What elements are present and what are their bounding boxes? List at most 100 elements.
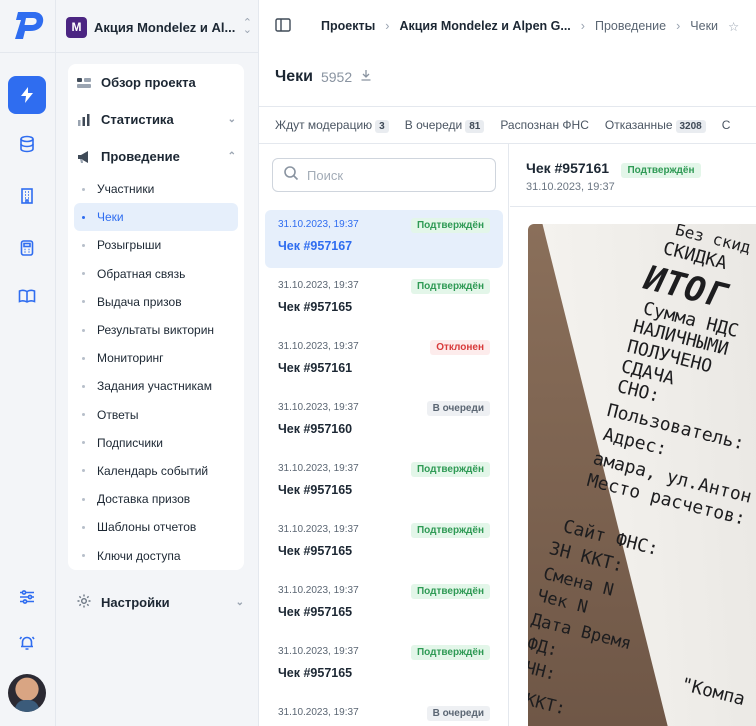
submenu-item-tasks[interactable]: Задания участникам: [68, 372, 244, 400]
icon-rail: [0, 0, 56, 726]
submenu-label: Чеки: [97, 210, 124, 225]
list-item[interactable]: 31.10.2023, 19:37 Чек #957165 Подтверждё…: [265, 576, 503, 634]
bullet: [82, 243, 85, 247]
calculator-icon[interactable]: [8, 229, 46, 267]
bullet: [82, 413, 85, 417]
building-icon[interactable]: [8, 177, 46, 215]
list-item[interactable]: 31.10.2023, 19:37 Чек #957161 Отклонен: [265, 332, 503, 390]
list-item[interactable]: 31.10.2023, 19:37 Чек #957165 Подтверждё…: [265, 637, 503, 695]
detail-title: Чек #957161: [526, 160, 610, 176]
tab-more[interactable]: С: [722, 118, 731, 132]
tab-label: В очереди: [404, 117, 463, 132]
bullet: [82, 356, 85, 360]
list-item[interactable]: 31.10.2023, 19:37 Чек #957167 Подтверждё…: [265, 210, 503, 268]
submenu-item-report-templates[interactable]: Шаблоны отчетов: [68, 513, 244, 541]
breadcrumb-receipts[interactable]: Чеки: [690, 19, 718, 33]
tab-label: Ждут модерацию: [275, 117, 373, 132]
sidebar-toggle-icon[interactable]: [275, 17, 291, 35]
divider: [510, 206, 756, 207]
tab-rejected[interactable]: Отказанные 3208: [605, 118, 706, 133]
receipt-name: Чек #957165: [278, 544, 353, 558]
dashboard-icon: [76, 75, 92, 91]
receipt-detail: Чек #957161 Подтверждён 31.10.2023, 19:3…: [510, 144, 756, 726]
breadcrumb-conduct[interactable]: Проведение: [595, 19, 666, 33]
list-item[interactable]: 31.10.2023, 19:37 В очереди: [265, 698, 503, 726]
menu-item-stats[interactable]: Статистика ⌄: [68, 101, 244, 138]
receipt-photo[interactable]: Без скид СКИДКА ИТОГ Сумма НДС НАЛИЧНЫМИ…: [528, 224, 756, 726]
submenu-label: Задания участникам: [97, 379, 212, 394]
star-icon[interactable]: ☆: [728, 19, 739, 34]
submenu-label: Выдача призов: [97, 294, 182, 309]
list-item[interactable]: 31.10.2023, 19:37 Чек #957165 Подтверждё…: [265, 271, 503, 329]
menu-item-label: Настройки: [101, 594, 170, 610]
submenu-item-quiz-results[interactable]: Результаты викторин: [68, 316, 244, 344]
bolt-icon[interactable]: [8, 76, 46, 114]
bullet: [82, 384, 85, 388]
avatar[interactable]: [8, 674, 46, 712]
list-item[interactable]: 31.10.2023, 19:37 Чек #957165 Подтверждё…: [265, 454, 503, 512]
receipt-name: Чек #957165: [278, 605, 353, 619]
menu-item-settings[interactable]: Настройки ⌄: [76, 588, 244, 616]
submenu-label: Участники: [97, 182, 155, 197]
breadcrumb-projects[interactable]: Проекты: [321, 19, 375, 33]
submenu-label: Доставка призов: [97, 492, 191, 507]
bell-icon[interactable]: [8, 624, 46, 662]
status-badge: Подтверждён: [410, 462, 490, 477]
submenu-item-access-keys[interactable]: Ключи доступа: [68, 541, 244, 569]
menu-item-overview[interactable]: Обзор проекта: [68, 64, 244, 101]
submenu-item-delivery[interactable]: Доставка призов: [68, 485, 244, 513]
list-item[interactable]: 31.10.2023, 19:37 Чек #957165 Подтверждё…: [265, 515, 503, 573]
receipt-name: Чек #957167: [278, 239, 353, 253]
download-icon[interactable]: [360, 68, 372, 86]
submenu-item-participants[interactable]: Участники: [68, 175, 244, 203]
search-box: [272, 158, 496, 192]
menu-item-conduct[interactable]: Проведение ⌃: [68, 138, 244, 175]
status-badge: Отклонен: [430, 340, 490, 355]
submenu-label: Мониторинг: [97, 351, 164, 366]
submenu-item-subscribers[interactable]: Подписчики: [68, 429, 244, 457]
submenu-item-feedback[interactable]: Обратная связь: [68, 260, 244, 288]
bar-chart-icon: [76, 112, 92, 128]
breadcrumb: Проекты › Акция Mondelez и Alpen G... › …: [259, 0, 756, 52]
receipt-count: 5952: [320, 69, 353, 85]
chevron-down-icon: ⌄: [227, 114, 236, 125]
bullet: [82, 441, 85, 445]
submenu-item-monitoring[interactable]: Мониторинг: [68, 344, 244, 372]
tab-moderation[interactable]: Ждут модерацию 3: [275, 118, 389, 133]
search-input[interactable]: [307, 167, 477, 183]
tab-fns[interactable]: Распознан ФНС: [500, 118, 589, 132]
submenu-label: Подписчики: [97, 435, 164, 450]
project-switcher[interactable]: M Акция Mondelez и Al... ⌃ ⌄: [66, 12, 252, 42]
submenu-label: Ответы: [97, 407, 139, 422]
database-icon[interactable]: [8, 125, 46, 163]
bullet: [82, 525, 85, 529]
chevron-right-icon: ›: [580, 19, 585, 33]
submenu-item-draws[interactable]: Розыгрыши: [68, 231, 244, 259]
submenu-item-receipts[interactable]: Чеки: [74, 203, 238, 232]
receipt-name: Чек #957161: [278, 361, 353, 375]
submenu-item-calendar[interactable]: Календарь событий: [68, 457, 244, 485]
status-badge: Подтверждён: [410, 218, 490, 233]
logo-p-icon[interactable]: [12, 8, 46, 42]
submenu-item-answers[interactable]: Ответы: [68, 401, 244, 429]
project-menu: Обзор проекта Статистика ⌄ Проведение ⌃ …: [68, 64, 244, 570]
bullet: [82, 300, 85, 304]
list-item[interactable]: 31.10.2023, 19:37 Чек #957160 В очереди: [265, 393, 503, 451]
tab-queue[interactable]: В очереди 81: [405, 118, 485, 133]
status-badge: Подтверждён: [410, 584, 490, 599]
receipt-list: 31.10.2023, 19:37 Чек #957167 Подтверждё…: [259, 144, 509, 726]
detail-header: Чек #957161 Подтверждён 31.10.2023, 19:3…: [526, 160, 701, 193]
submenu-item-prize-issue[interactable]: Выдача призов: [68, 288, 244, 316]
sliders-icon[interactable]: [8, 578, 46, 616]
tab-badge: 3208: [675, 119, 706, 133]
chevron-down-icon: ⌄: [235, 596, 244, 608]
tab-badge: 81: [465, 119, 485, 133]
submenu-label: Обратная связь: [97, 266, 186, 281]
project-nav: M Акция Mondelez и Al... ⌃ ⌄ Обзор проект…: [56, 0, 259, 726]
receipt-text-line: ККТ:: [528, 690, 568, 720]
submenu-label: Розыгрыши: [97, 238, 162, 253]
breadcrumb-project[interactable]: Акция Mondelez и Alpen G...: [399, 19, 570, 33]
tab-label: Распознан ФНС: [500, 118, 589, 132]
gear-icon: [76, 593, 92, 612]
book-icon[interactable]: [8, 277, 46, 315]
